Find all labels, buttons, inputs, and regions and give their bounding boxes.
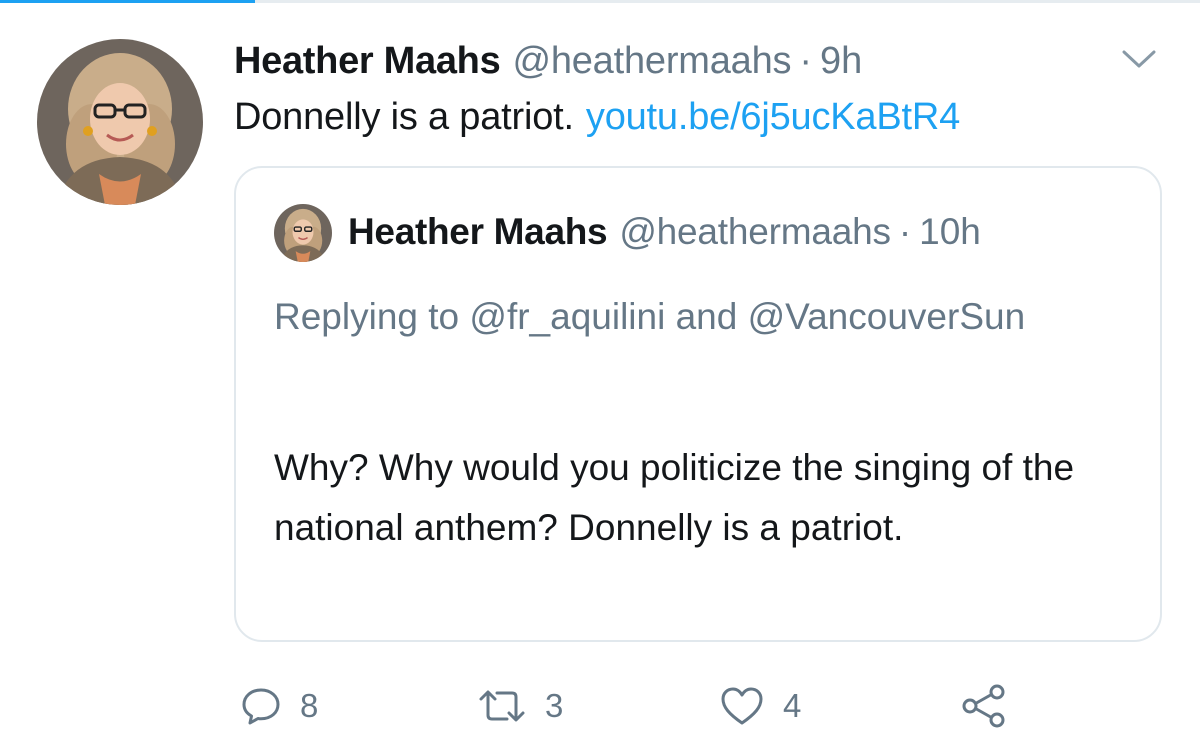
like-count: 4 — [783, 687, 802, 724]
tweet-link[interactable]: youtu.be/6j5ucKaBtR4 — [586, 96, 960, 138]
retweet-count: 3 — [545, 687, 564, 724]
heart-icon — [719, 685, 765, 727]
like-button[interactable]: 4 — [719, 680, 801, 732]
tweet-header: Heather Maahs @heathermaahs · 9h — [234, 36, 862, 86]
tweet-text: Donnelly is a patriot. youtu.be/6j5ucKaBt… — [234, 96, 960, 139]
share-icon — [960, 683, 1008, 729]
quoted-tweet-card[interactable]: Heather Maahs @heathermaahs · 10h Replyi… — [234, 166, 1162, 642]
quoted-text: Why? Why would you politicize the singin… — [274, 447, 1075, 548]
separator-dot: · — [799, 39, 813, 82]
share-button[interactable] — [960, 680, 1008, 732]
author-name[interactable]: Heather Maahs — [234, 40, 501, 83]
quoted-avatar — [274, 204, 332, 262]
reply-icon — [240, 685, 282, 727]
quoted-author-handle: @heathermaahs — [619, 211, 891, 252]
reply-button[interactable]: 8 — [240, 680, 318, 732]
retweet-icon — [477, 685, 527, 727]
action-bar: 8 3 4 — [0, 670, 1200, 740]
active-tab-indicator — [0, 0, 255, 3]
replying-to: Replying to @fr_aquilini and @VancouverS… — [274, 296, 1026, 337]
avatar[interactable] — [37, 39, 203, 205]
timestamp[interactable]: 9h — [820, 40, 862, 83]
author-handle[interactable]: @heathermaahs — [512, 40, 791, 83]
top-divider — [0, 0, 1200, 3]
retweet-button[interactable]: 3 — [477, 680, 563, 732]
quoted-timestamp: 10h — [919, 211, 981, 252]
tweet-body: Donnelly is a patriot. — [234, 96, 574, 138]
chevron-down-icon[interactable] — [1118, 44, 1160, 74]
quoted-header: Heather Maahs @heathermaahs · 10h — [348, 208, 981, 256]
quoted-separator-dot: · — [898, 211, 912, 252]
reply-count: 8 — [300, 687, 319, 724]
quoted-author-name: Heather Maahs — [348, 211, 608, 252]
